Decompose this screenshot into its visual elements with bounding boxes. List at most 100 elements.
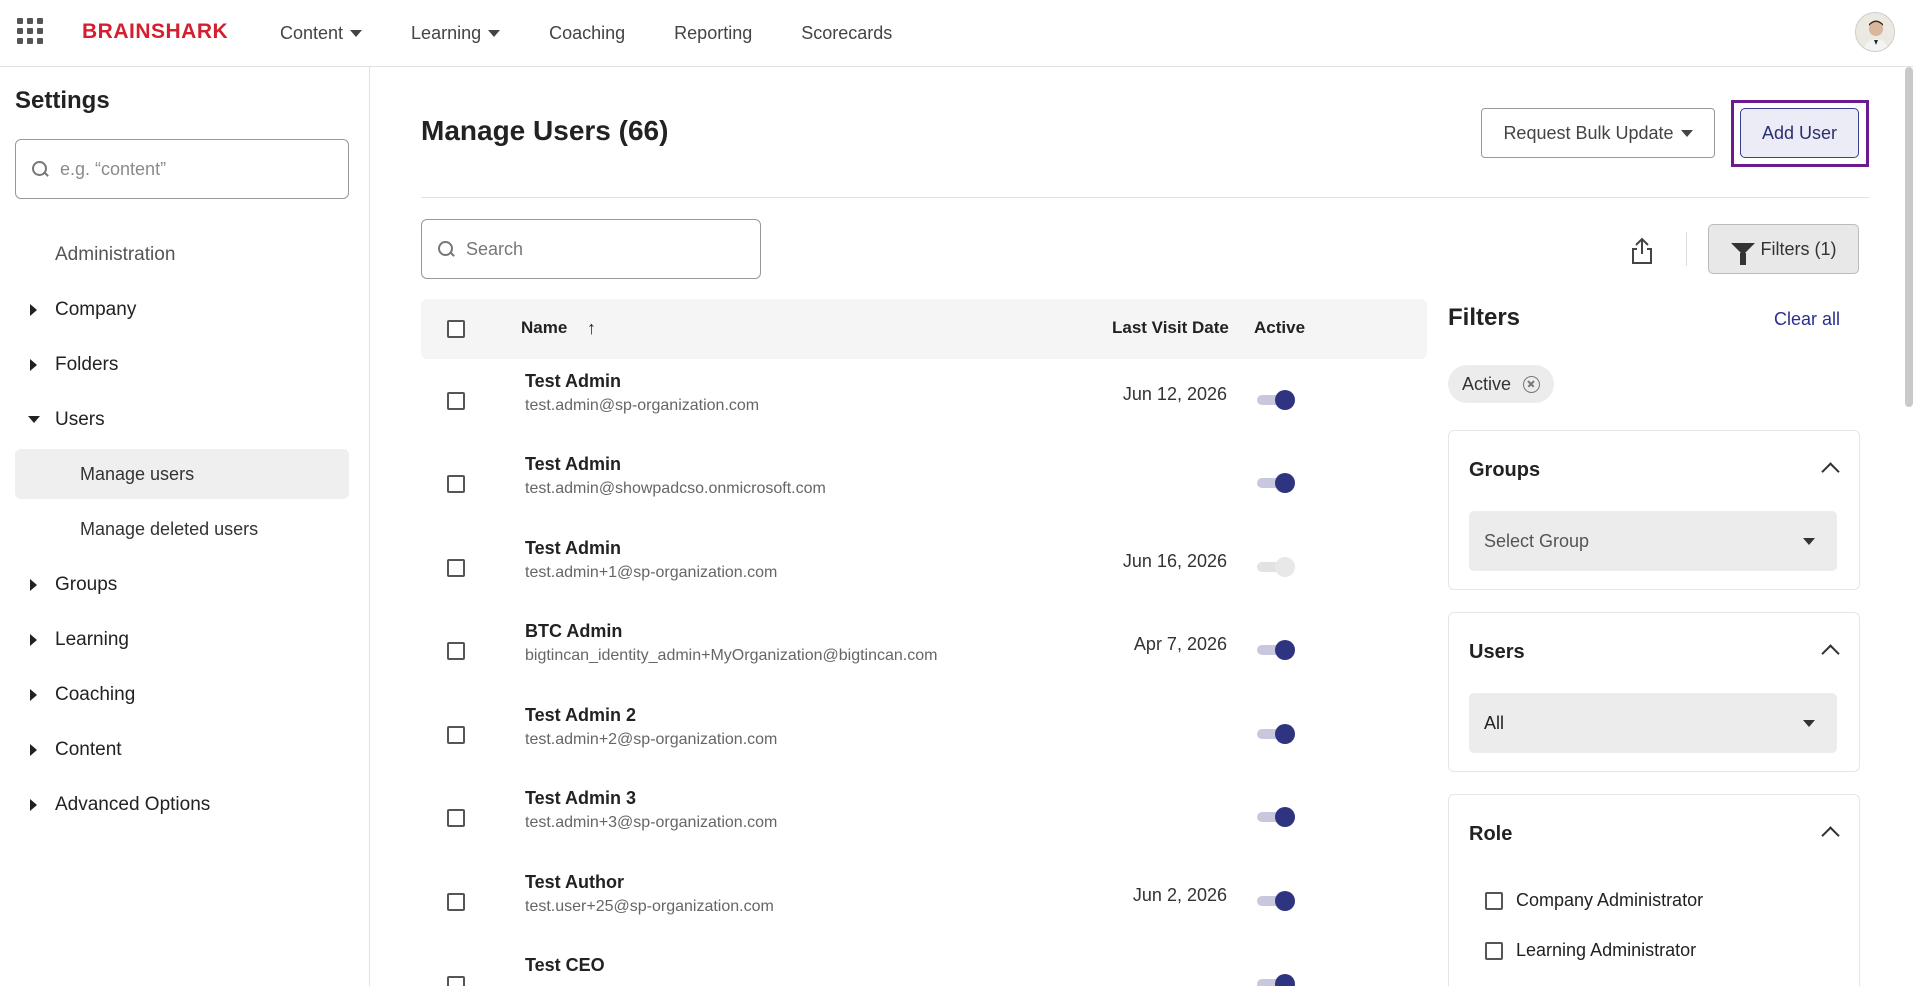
row-checkbox[interactable] — [447, 642, 465, 660]
nav-item-scorecards[interactable]: Scorecards — [801, 23, 892, 44]
nav-item-coaching[interactable]: Coaching — [549, 23, 625, 44]
sidebar-item-administration[interactable]: Administration — [0, 227, 369, 282]
table-row[interactable]: Test Admin test.admin@sp-organization.co… — [421, 359, 1427, 442]
sidebar-item-label: Content — [55, 738, 122, 760]
table-row[interactable]: Test Admin 3 test.admin+3@sp-organizatio… — [421, 776, 1427, 859]
search-icon — [438, 241, 454, 257]
column-header-name[interactable]: Name — [521, 318, 567, 338]
search-icon — [32, 161, 48, 177]
last-visit-date: Jun 16, 2026 — [1122, 551, 1227, 571]
user-name[interactable]: Test Admin — [525, 538, 621, 559]
request-bulk-update-button[interactable]: Request Bulk Update — [1481, 108, 1715, 158]
page-scrollbar[interactable] — [1905, 67, 1913, 407]
row-checkbox[interactable] — [447, 559, 465, 577]
caret-down-icon — [1680, 129, 1693, 137]
nav-item-reporting[interactable]: Reporting — [674, 23, 752, 44]
chip-label: Active — [1462, 373, 1512, 394]
table-row[interactable]: BTC Admin bigtincan_identity_admin+MyOrg… — [421, 609, 1427, 692]
select-all-checkbox[interactable] — [447, 320, 465, 338]
select-value: Select Group — [1484, 530, 1590, 551]
users-select[interactable]: All — [1469, 693, 1837, 753]
row-checkbox[interactable] — [447, 726, 465, 744]
user-search-input[interactable] — [466, 238, 746, 260]
filters-toggle-button[interactable]: Filters (1) — [1708, 224, 1859, 274]
user-email: test.admin@showpadcso.onmicrosoft.com — [525, 480, 826, 497]
sidebar-item-advanced-options[interactable]: Advanced Options — [0, 777, 369, 832]
row-checkbox[interactable] — [447, 475, 465, 493]
add-user-button[interactable]: Add User — [1740, 108, 1859, 158]
app-launcher-grid-icon[interactable] — [17, 18, 43, 44]
last-visit-date: Apr 7, 2026 — [1133, 634, 1227, 654]
table-row[interactable]: Test CEO — [421, 943, 1427, 986]
sidebar-item-coaching[interactable]: Coaching — [0, 667, 369, 722]
sidebar-item-label: Learning — [55, 628, 129, 650]
group-select[interactable]: Select Group — [1469, 511, 1837, 571]
sidebar-item-folders[interactable]: Folders — [0, 337, 369, 392]
user-name[interactable]: Test Admin 3 — [525, 788, 636, 809]
sidebar-item-users[interactable]: Users — [0, 392, 369, 447]
active-toggle[interactable] — [1257, 974, 1297, 986]
nav-item-content[interactable]: Content — [280, 23, 363, 44]
active-toggle[interactable] — [1257, 390, 1297, 410]
role-checkbox[interactable] — [1485, 891, 1503, 910]
filter-funnel-icon — [1730, 243, 1755, 265]
last-visit-date: Jun 2, 2026 — [1132, 885, 1227, 905]
brand-logo[interactable]: BRAINSHARK — [82, 20, 228, 44]
user-name[interactable]: Test Admin 2 — [525, 705, 636, 726]
row-checkbox[interactable] — [447, 392, 465, 410]
user-search-box[interactable] — [421, 219, 761, 279]
nav-label: Learning — [411, 22, 482, 43]
user-name[interactable]: BTC Admin — [525, 621, 622, 642]
table-row[interactable]: Test Admin 2 test.admin+2@sp-organizatio… — [421, 693, 1427, 776]
sidebar-subitem-manage-users[interactable]: Manage users — [15, 449, 349, 499]
sidebar-item-learning[interactable]: Learning — [0, 612, 369, 667]
row-checkbox[interactable] — [447, 976, 465, 986]
active-toggle[interactable] — [1257, 724, 1297, 744]
sidebar-item-content[interactable]: Content — [0, 722, 369, 777]
role-option-label: Company Administrator — [1516, 890, 1704, 910]
row-checkbox[interactable] — [447, 809, 465, 827]
sidebar-item-label: Folders — [55, 353, 119, 375]
sidebar-search-box[interactable] — [15, 139, 349, 199]
user-email: test.admin+1@sp-organization.com — [525, 564, 778, 581]
user-name[interactable]: Test Author — [525, 872, 624, 893]
user-avatar[interactable] — [1855, 12, 1895, 52]
sidebar-search-input[interactable] — [60, 158, 320, 180]
clear-all-filters-link[interactable]: Clear all — [1774, 309, 1840, 330]
role-option-learning-administrator[interactable]: Learning Administrator — [1485, 940, 1696, 961]
user-name[interactable]: Test Admin — [525, 371, 621, 392]
sidebar-item-company[interactable]: Company — [0, 282, 369, 337]
active-toggle[interactable] — [1257, 891, 1297, 911]
active-toggle[interactable] — [1257, 640, 1297, 660]
chevron-up-icon[interactable] — [1821, 644, 1840, 663]
column-header-active: Active — [1254, 318, 1306, 337]
sort-ascending-icon[interactable]: ↑ — [587, 318, 596, 339]
row-checkbox[interactable] — [447, 893, 465, 911]
caret-down-icon — [28, 416, 40, 423]
sidebar-item-groups[interactable]: Groups — [0, 557, 369, 612]
chevron-up-icon[interactable] — [1821, 462, 1840, 481]
sidebar-item-label: Company — [55, 298, 137, 320]
user-name[interactable]: Test CEO — [525, 955, 605, 976]
sidebar-item-label: Advanced Options — [55, 793, 211, 815]
caret-down-icon — [488, 29, 501, 37]
table-row[interactable]: Test Author test.user+25@sp-organization… — [421, 860, 1427, 943]
active-toggle[interactable] — [1257, 557, 1297, 577]
chevron-up-icon[interactable] — [1821, 826, 1840, 845]
button-label: Filters (1) — [1760, 238, 1837, 259]
caret-right-icon — [30, 303, 37, 316]
user-email: test.admin+2@sp-organization.com — [525, 731, 778, 748]
sidebar-item-label: Manage users — [80, 463, 195, 484]
active-toggle[interactable] — [1257, 807, 1297, 827]
table-row[interactable]: Test Admin test.admin@showpadcso.onmicro… — [421, 442, 1427, 525]
table-row[interactable]: Test Admin test.admin+1@sp-organization.… — [421, 526, 1427, 609]
export-share-icon[interactable] — [1629, 237, 1655, 265]
remove-filter-icon[interactable] — [1523, 375, 1541, 393]
active-toggle[interactable] — [1257, 473, 1297, 493]
role-checkbox[interactable] — [1485, 941, 1503, 960]
role-option-company-administrator[interactable]: Company Administrator — [1485, 890, 1703, 911]
sidebar-subitem-manage-deleted-users[interactable]: Manage deleted users — [0, 502, 369, 557]
nav-item-learning[interactable]: Learning — [411, 22, 501, 44]
user-name[interactable]: Test Admin — [525, 454, 621, 475]
column-header-last-visit[interactable]: Last Visit Date — [1112, 318, 1229, 338]
